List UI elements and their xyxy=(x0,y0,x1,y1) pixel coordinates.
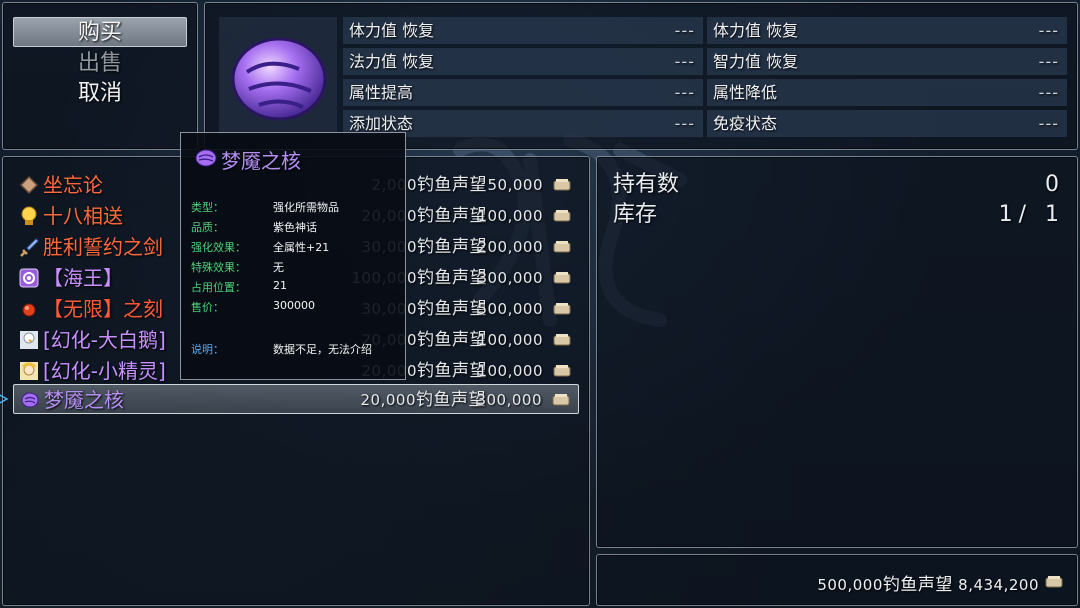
stat-label: 法力值 恢复 xyxy=(349,52,435,71)
owned-value: 0 xyxy=(1045,172,1065,197)
currency-window: 500,000钓鱼声望 8,434,200 xyxy=(596,554,1078,606)
coin-icon xyxy=(553,334,571,346)
buy-command[interactable]: 购买 xyxy=(13,17,187,47)
tooltip-key: 强化效果： xyxy=(191,241,246,254)
sell-command[interactable]: 出售 xyxy=(13,49,187,79)
cursor-arrow-icon xyxy=(0,394,8,404)
coin-icon xyxy=(553,303,571,315)
tooltip-desc-value: 数据不足，无法介绍 xyxy=(273,343,372,356)
tooltip-key: 占用位置： xyxy=(191,281,246,294)
item-name: [幻化-小精灵] xyxy=(43,359,166,383)
stat-cell: 法力值 恢复 --- xyxy=(343,48,703,75)
goose-portrait-icon xyxy=(20,331,38,349)
item-name: 十八相送 xyxy=(43,204,123,228)
stock-row: 库存 1/ 1 xyxy=(613,199,1065,231)
price-amount: 20,000 xyxy=(360,391,416,409)
stat-label: 属性降低 xyxy=(713,83,778,102)
item-cost: 200,000 xyxy=(477,238,543,256)
stat-value: --- xyxy=(1038,21,1059,40)
tooltip-value: 全属性+21 xyxy=(273,241,330,254)
item-cost: 50,000 xyxy=(487,176,543,194)
owned-row: 持有数 0 xyxy=(613,169,1065,201)
coin-icon xyxy=(553,241,571,253)
stat-label: 属性提高 xyxy=(349,83,414,102)
item-cost: 300,000 xyxy=(477,269,543,287)
coin-icon xyxy=(553,272,571,284)
stat-cell: 体力值 恢复 --- xyxy=(707,17,1067,44)
stat-label: 免疫状态 xyxy=(713,114,778,133)
stat-cell: 免疫状态 --- xyxy=(707,110,1067,137)
tooltip-key: 类型： xyxy=(191,201,224,214)
stat-cell: 体力值 恢复 --- xyxy=(343,17,703,44)
tooltip-desc-key: 说明： xyxy=(191,343,224,356)
item-preview xyxy=(219,17,337,135)
command-window: 购买 出售 取消 xyxy=(2,2,198,150)
coin-icon xyxy=(1045,576,1063,588)
tooltip-value: 紫色神话 xyxy=(273,221,317,234)
purple-stone-icon xyxy=(195,149,217,167)
stock-label: 库存 xyxy=(613,202,658,227)
stat-value: --- xyxy=(674,52,695,71)
item-tooltip: 梦魇之核 类型： 强化所需物品 品质： 紫色神话 强化效果： 全属性+21 特殊… xyxy=(180,132,406,380)
currency-total: 500,000钓鱼声望 8,434,200 xyxy=(817,570,1039,595)
currency-name: 钓鱼声望 xyxy=(882,575,953,595)
item-cost: 100,000 xyxy=(477,331,543,349)
item-status-window: 体力值 恢复 --- 体力值 恢复 --- 法力值 恢复 --- 智力值 恢复 --- … xyxy=(204,2,1078,150)
stat-value: --- xyxy=(1038,52,1059,71)
tooltip-key: 特殊效果： xyxy=(191,261,246,274)
gold-orb-icon xyxy=(21,206,37,225)
stat-label: 体力值 恢复 xyxy=(349,21,435,40)
tooltip-value: 强化所需物品 xyxy=(273,201,339,214)
diamond-icon xyxy=(19,175,39,195)
stat-cell: 属性降低 --- xyxy=(707,79,1067,106)
owned-label: 持有数 xyxy=(613,172,680,197)
possession-window: 持有数 0 库存 1/ 1 xyxy=(596,156,1078,548)
item-name: 坐忘论 xyxy=(43,173,103,197)
item-name: 【海王】 xyxy=(43,266,123,290)
stat-value: --- xyxy=(674,83,695,102)
item-name: 胜利誓约之剑 xyxy=(43,235,163,259)
item-cost: 300,000 xyxy=(476,391,542,409)
stat-cell: 属性提高 --- xyxy=(343,79,703,106)
purple-stone-icon xyxy=(21,392,39,408)
stat-label: 智力值 恢复 xyxy=(713,52,799,71)
item-cost: 100,000 xyxy=(477,362,543,380)
item-cost: 500,000 xyxy=(477,300,543,318)
currency-amount: 8,434,200 xyxy=(958,576,1039,594)
purple-badge-icon xyxy=(19,268,39,288)
item-name: [幻化-大白鹅] xyxy=(43,328,166,352)
stat-value: --- xyxy=(674,114,695,133)
stat-value: --- xyxy=(674,21,695,40)
elf-portrait-icon xyxy=(20,362,38,380)
tooltip-value: 无 xyxy=(273,261,284,274)
tooltip-key: 售价： xyxy=(191,301,224,314)
cancel-command[interactable]: 取消 xyxy=(13,79,187,109)
coin-icon xyxy=(552,394,570,406)
coin-icon xyxy=(553,179,571,191)
tooltip-value: 21 xyxy=(273,279,287,292)
sword-icon xyxy=(20,238,39,257)
tooltip-title: 梦魇之核 xyxy=(221,149,301,173)
coin-icon xyxy=(553,365,571,377)
coin-icon xyxy=(553,210,571,222)
item-name: 梦魇之核 xyxy=(44,388,124,412)
stock-value: 1/ 1 xyxy=(998,202,1065,227)
tooltip-value: 300000 xyxy=(273,299,315,312)
purple-stone-icon xyxy=(231,37,327,121)
stat-label: 体力值 恢复 xyxy=(713,21,799,40)
stat-value: --- xyxy=(1038,114,1059,133)
price-currency: 钓鱼声望 xyxy=(417,175,487,195)
shop-item-row-selected[interactable]: 梦魇之核 20,000钓鱼声望 300,000 xyxy=(13,384,579,414)
total-price: 500,000 xyxy=(817,576,883,594)
item-price: 20,000钓鱼声望 xyxy=(361,385,487,415)
stat-cell: 智力值 恢复 --- xyxy=(707,48,1067,75)
item-name: 【无限】之刻 xyxy=(43,297,163,321)
stat-value: --- xyxy=(1038,83,1059,102)
item-cost: 100,000 xyxy=(477,207,543,225)
red-gem-icon xyxy=(22,303,36,317)
tooltip-key: 品质： xyxy=(191,221,224,234)
